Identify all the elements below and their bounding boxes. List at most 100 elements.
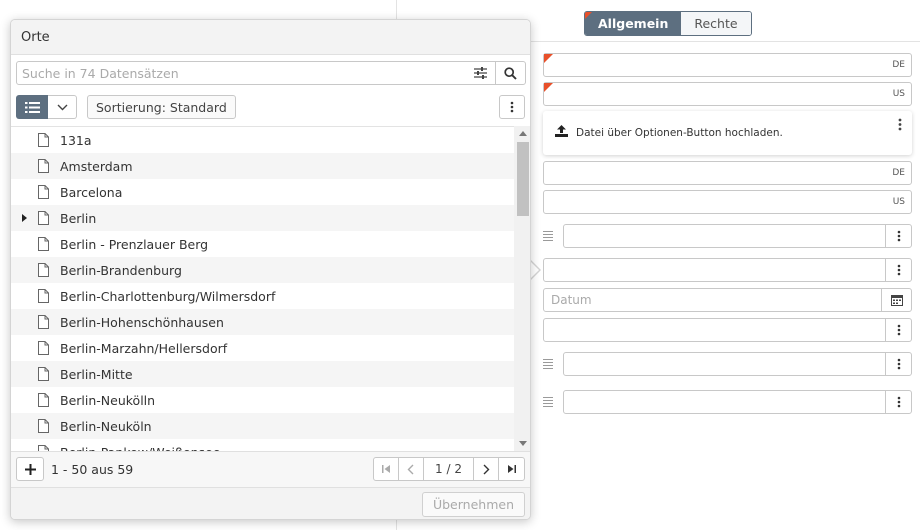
search-icon [504,66,517,80]
popup-actions: Übernehmen [11,487,530,519]
chevron-right-icon [483,464,490,474]
date-placeholder: Datum [551,293,592,307]
calendar-icon[interactable] [881,289,911,311]
pagination: 1 / 2 [373,457,525,481]
next-page-button[interactable] [474,458,499,480]
list-item[interactable]: Barcelona [11,179,514,205]
field-options-button[interactable] [885,225,911,247]
places-list: 131a Amsterdam Barcelona Berlin Berlin - Pre… [11,126,514,451]
list-item-label: Berlin-Neukölln [60,393,156,408]
kebab-icon [510,101,514,113]
document-icon [38,367,49,384]
sort-button[interactable]: Sortierung: Standard [87,95,236,119]
places-popup: Orte Suche in 74 Datensätzen Sortierung:… [10,19,531,520]
list-item-label: Berlin-Marzahn/Hellersdorf [60,341,228,356]
scrollbar-thumb[interactable] [517,142,529,216]
document-icon [38,159,49,176]
prev-page-button[interactable] [399,458,424,480]
language-tag: DE [892,60,905,70]
field-generic[interactable] [543,318,912,342]
list-item-label: Berlin - Prenzlauer Berg [60,237,209,252]
list-item[interactable]: Berlin-Hohenschönhausen [11,309,514,335]
document-icon [38,263,49,280]
scroll-down-arrow-icon[interactable] [519,441,527,446]
apply-button[interactable]: Übernehmen [421,492,525,517]
place-field[interactable] [543,258,912,282]
list-footer: 1 - 50 aus 59 1 / 2 [11,451,530,487]
search-placeholder: Suche in 74 Datensätzen [22,66,179,81]
field-options-button[interactable] [885,353,911,375]
drag-handle-icon[interactable] [543,359,553,371]
list-item[interactable]: Berlin - Prenzlauer Berg [11,231,514,257]
list-item-label: Berlin-Hohenschönhausen [60,315,224,330]
list-view-button[interactable] [16,95,48,119]
repeat-field-2[interactable] [563,352,912,376]
record-count: 1 - 50 aus 59 [51,462,134,477]
popup-title: Orte [21,30,50,45]
upload-icon [555,125,568,140]
last-page-icon [507,465,516,473]
document-icon [38,341,49,358]
list-item[interactable]: Berlin-Neukölln [11,387,514,413]
more-options-button[interactable] [499,95,525,119]
first-page-icon [382,465,390,473]
repeat-field-3[interactable] [563,390,912,414]
drag-handle-icon[interactable] [543,231,553,243]
popup-header: Orte [11,20,530,55]
field-us[interactable]: US [543,190,912,214]
list-item[interactable]: Amsterdam [11,153,514,179]
list-item[interactable]: Berlin-Marzahn/Hellersdorf [11,335,514,361]
name-field-de[interactable]: DE [543,53,912,77]
list-item-label: 131a [60,133,92,148]
first-page-button[interactable] [374,458,399,480]
name-field-us[interactable]: US [543,82,912,106]
upload-hint: Datei über Optionen-Button hochladen. [576,127,783,139]
repeat-field-1[interactable] [563,224,912,248]
add-button[interactable] [16,457,44,481]
list-item[interactable]: 131a [11,127,514,153]
search-button[interactable] [495,62,525,84]
list-item-label: Berlin-Charlottenburg/Wilmersdorf [60,289,276,304]
field-options-button[interactable] [885,259,911,281]
tab-general[interactable]: Allgemein [585,12,682,35]
list-item[interactable]: Berlin-Pankow/Weißensee [11,439,514,451]
list-item[interactable]: Berlin-Charlottenburg/Wilmersdorf [11,283,514,309]
field-options-button[interactable] [885,391,911,413]
list-item-label: Amsterdam [60,159,133,174]
scroll-up-arrow-icon[interactable] [519,131,527,136]
list-item-label: Berlin-Neuköln [60,419,152,434]
document-icon [38,393,49,410]
list-item[interactable]: Berlin [11,205,514,231]
document-icon [38,315,49,332]
upload-card: Datei über Optionen-Button hochladen. [543,111,912,155]
list-scrollbar[interactable] [514,126,530,451]
drag-handle-icon[interactable] [543,397,553,409]
list-item-label: Berlin [60,211,97,226]
document-icon [38,289,49,306]
date-field[interactable]: Datum [543,288,912,312]
list-item-label: Barcelona [60,185,123,200]
list-item-label: Berlin-Mitte [60,367,133,382]
list-item[interactable]: Berlin-Mitte [11,361,514,387]
document-icon [38,237,49,254]
field-de[interactable]: DE [543,161,912,185]
search-input[interactable]: Suche in 74 Datensätzen [16,61,526,85]
tab-rights[interactable]: Rechte [681,12,751,35]
required-marker [544,83,553,92]
list-item[interactable]: Berlin-Brandenburg [11,257,514,283]
list-toolbar: Sortierung: Standard [11,95,530,121]
expand-caret-icon[interactable] [22,214,27,222]
last-page-button[interactable] [499,458,524,480]
list-icon [24,101,40,113]
language-tag: DE [892,168,905,178]
popup-pointer [529,259,541,281]
plus-icon [24,463,36,475]
list-item[interactable]: Berlin-Neuköln [11,413,514,439]
list-item-label: Berlin-Brandenburg [60,263,182,278]
upload-options-icon[interactable] [898,118,902,134]
field-options-button[interactable] [885,319,911,341]
view-dropdown-button[interactable] [48,95,77,119]
document-icon [38,419,49,436]
filter-settings-icon[interactable] [474,67,487,82]
chevron-left-icon [407,464,414,474]
